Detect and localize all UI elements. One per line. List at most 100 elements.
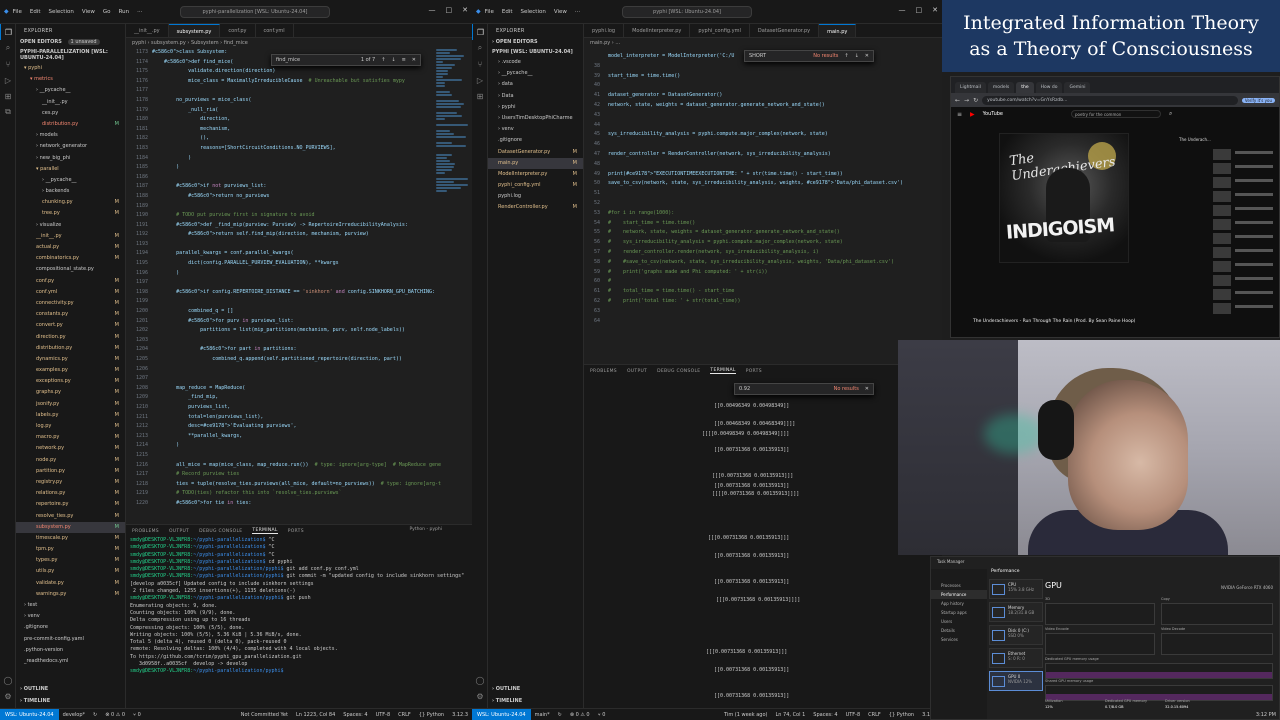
code-line[interactable]: # sys_irreducibility_analysis = pyphi.co…	[608, 238, 926, 248]
panel-tab-ports[interactable]: PORTS	[746, 369, 762, 374]
menu-file[interactable]: File	[9, 9, 26, 15]
source-control-icon[interactable]: ⑂	[472, 56, 488, 72]
code-line[interactable]: # render_controller.render(network, sys_…	[608, 248, 926, 258]
tree-item[interactable]: dynamics.py M	[16, 354, 125, 365]
line-ending[interactable]: CRLF	[864, 712, 885, 718]
tree-item[interactable]: timescale.py M	[16, 533, 125, 544]
tree-item[interactable]: direction.py M	[16, 332, 125, 343]
outline-header[interactable]: › OUTLINE	[16, 684, 52, 694]
tree-item[interactable]: conf.py M	[16, 276, 125, 287]
project-header[interactable]: PYPHI [WSL: UBUNTU-24.04]	[488, 47, 583, 57]
close-button[interactable]: ✕	[932, 6, 938, 14]
code-line[interactable]: # start_time = time.time()	[608, 219, 926, 229]
blame-indicator[interactable]: Not Committed Yet	[237, 712, 292, 718]
code-line[interactable]: combined_q = []	[152, 307, 456, 317]
nav-app-history[interactable]: App history	[931, 599, 987, 608]
code-line[interactable]: )	[152, 163, 456, 173]
code-line[interactable]	[608, 81, 926, 91]
tree-item[interactable]: › new_big_phi	[16, 153, 125, 164]
remote-indicator[interactable]: WSL: Ubuntu-24.04	[0, 708, 59, 720]
tree-item[interactable]: compositional_state.py	[16, 264, 125, 275]
tree-item[interactable]: _readthedocs.yml	[16, 656, 125, 667]
code-line[interactable]: )	[152, 441, 456, 451]
profile-button[interactable]: Verify it's you	[1241, 97, 1275, 103]
tree-item[interactable]: DatasetGenerator.py M	[488, 147, 583, 158]
code-line[interactable]: #c586c0">for purv in purviews_list:	[152, 317, 456, 327]
url-field[interactable]: youtube.com/watch?v=GnYsRzdb...	[982, 95, 1238, 105]
cursor-position[interactable]: Ln 74, Col 1	[771, 712, 809, 718]
nav-performance[interactable]: Performance	[931, 590, 987, 599]
account-icon[interactable]: ◯	[0, 672, 16, 688]
code-line[interactable]: #c586c0">return self.find_mip(direction,…	[152, 230, 456, 240]
tree-item[interactable]: warnings.py M	[16, 589, 125, 600]
code-area[interactable]: 38 39 40 41 42 43 44 45 46 47 48 49 50 51 52 53 54 55 56 57…	[584, 52, 942, 362]
code-line[interactable]: reasons=[ShortCircuitConditions.NO_PURVI…	[152, 144, 456, 154]
code-line[interactable]: sys_irreducibility_analysis = pyphi.comp…	[608, 130, 926, 140]
remote-indicator[interactable]: WSL: Ubuntu-24.04	[472, 708, 531, 720]
minimize-button[interactable]: —	[429, 6, 436, 14]
code-line[interactable]	[152, 86, 456, 96]
sync-icon[interactable]: ↻	[89, 712, 101, 718]
editor-tab[interactable]: conf.py	[220, 24, 256, 37]
code-line[interactable]: combined_q.append(self.partitioned_reper…	[152, 355, 456, 365]
recommended-thumbnail[interactable]	[1213, 163, 1231, 174]
tree-item[interactable]: › UsersTimDesktopPhiCharme	[488, 113, 583, 124]
menu-more[interactable]: ···	[133, 9, 146, 15]
tree-item[interactable]: › venv	[16, 611, 125, 622]
tree-item[interactable]: macro.py M	[16, 432, 125, 443]
recommended-thumbnail[interactable]	[1213, 219, 1231, 230]
panel-tab-debug-console[interactable]: DEBUG CONSOLE	[199, 529, 242, 534]
code-line[interactable]: validate.direction(direction)	[152, 67, 456, 77]
tree-item[interactable]: node.py M	[16, 455, 125, 466]
recommended-thumbnail[interactable]	[1213, 247, 1231, 258]
tree-item[interactable]: utils.py M	[16, 566, 125, 577]
editor-tab[interactable]: pyphi_config.yml	[690, 24, 750, 37]
tree-item[interactable]: ModelInterpreter.py M	[488, 169, 583, 180]
ports-indicator[interactable]: ⑂ 0	[594, 712, 610, 718]
outline-header[interactable]: › OUTLINE	[488, 684, 524, 694]
tree-item[interactable]: › test	[16, 600, 125, 611]
tree-item[interactable]: › .vscode	[488, 57, 583, 68]
browser-tab[interactable]: models	[987, 82, 1015, 93]
menu-edit[interactable]: Edit	[498, 9, 517, 15]
code-line[interactable]: # TODO(ties) refactor this into `resolve…	[152, 489, 456, 499]
code-line[interactable]: # total_time = time.time() - start_time	[608, 287, 926, 297]
terminal-find-close-icon[interactable]: ✕	[865, 386, 869, 392]
tree-item[interactable]: › visualize	[16, 220, 125, 231]
tree-item[interactable]: ces.py	[16, 108, 125, 119]
code-line[interactable]: #c586c0">for part in partitions:	[152, 345, 456, 355]
line-ending[interactable]: CRLF	[394, 712, 415, 718]
tree-item[interactable]: log.py M	[16, 421, 125, 432]
tree-item[interactable]: tree.py M	[16, 208, 125, 219]
account-icon[interactable]: ◯	[472, 672, 488, 688]
tree-item[interactable]: .python-version	[16, 645, 125, 656]
ports-indicator[interactable]: ⑂ 0	[129, 712, 145, 718]
tree-item[interactable]: ▾ metrics	[16, 74, 125, 85]
tree-item[interactable]: › __pycache__	[488, 68, 583, 79]
open-editors-header[interactable]: OPEN EDITORS 1 unsaved	[16, 37, 125, 47]
code-line[interactable]: model_interpreter = ModelInterpreter('C:…	[608, 52, 926, 62]
encoding[interactable]: UTF-8	[842, 712, 865, 718]
code-line[interactable]: start_time = time.time()	[608, 72, 926, 82]
code-line[interactable]	[608, 121, 926, 131]
code-line[interactable]	[152, 173, 456, 183]
tree-item[interactable]: › __pycache__	[16, 85, 125, 96]
menu-go[interactable]: Go	[99, 9, 115, 15]
problems-indicator[interactable]: ⊗ 0 ⚠ 0	[566, 712, 594, 718]
code-line[interactable]: #for i in range(1000):	[608, 209, 926, 219]
recommended-thumbnail[interactable]	[1213, 289, 1231, 300]
nav-processes[interactable]: Processes	[931, 581, 987, 590]
code-line[interactable]: #c586c0">class Subsystem:	[152, 48, 456, 58]
tree-item[interactable]: › models	[16, 130, 125, 141]
code-line[interactable]: map_reduce = MapReduce(	[152, 384, 456, 394]
panel-tab-debug-console[interactable]: DEBUG CONSOLE	[657, 369, 700, 374]
explorer-icon[interactable]: ❐	[472, 24, 488, 40]
code-line[interactable]	[608, 307, 926, 317]
tree-item[interactable]: types.py M	[16, 555, 125, 566]
problems-indicator[interactable]: ⊗ 0 ⚠ 0	[101, 712, 129, 718]
code-line[interactable]: no_purviews = mice_class(	[152, 96, 456, 106]
menu-run[interactable]: Run	[115, 9, 134, 15]
performance-card[interactable]: Ethernet S: 0 R: 0	[989, 648, 1043, 668]
tree-item[interactable]: subsystem.py M	[16, 521, 125, 533]
tree-item[interactable]: › venv	[488, 124, 583, 135]
